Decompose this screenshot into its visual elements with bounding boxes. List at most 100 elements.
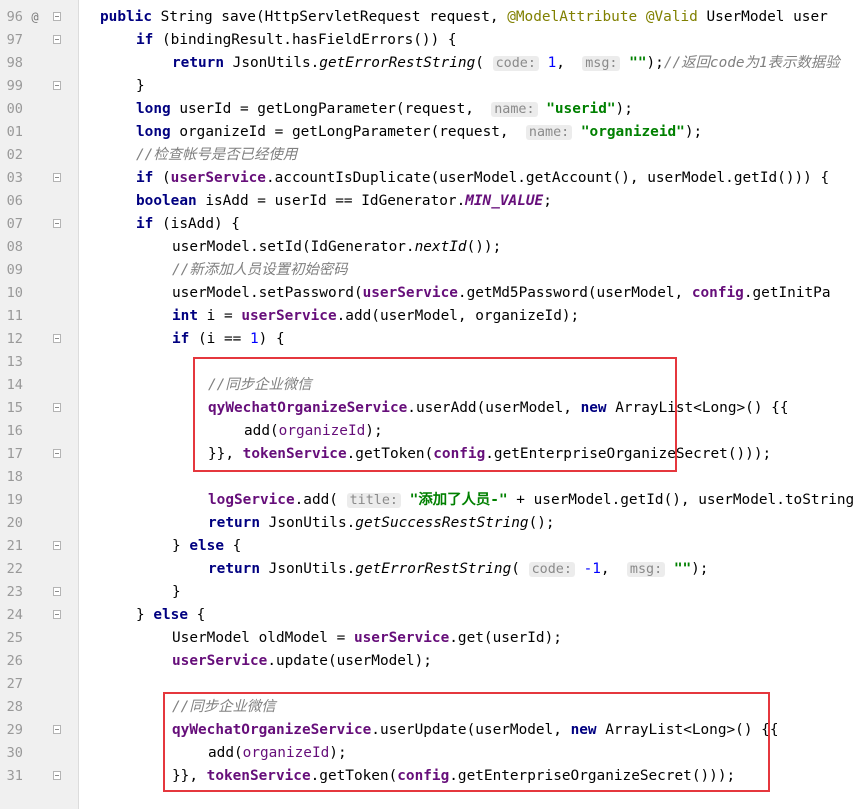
code-text: if (userService.accountIsDuplicate(userM… (136, 170, 830, 186)
code-line: 13 (0, 351, 856, 374)
code-line: 26 userService.update(userModel); (0, 650, 856, 673)
fold-toggle-icon[interactable] (53, 771, 61, 780)
param-hint: title: (346, 493, 401, 508)
code-comment: //同步企业微信 (172, 699, 276, 715)
fold-toggle-icon[interactable] (53, 403, 61, 412)
line-number: 29 (6, 722, 23, 738)
line-number: 13 (6, 354, 23, 370)
fold-toggle-icon[interactable] (53, 541, 61, 550)
fold-toggle-icon[interactable] (53, 219, 61, 228)
code-text: qyWechatOrganizeService.userUpdate(userM… (172, 722, 779, 738)
code-comment: //检查帐号是否已经使用 (136, 147, 298, 163)
code-line: 29 qyWechatOrganizeService.userUpdate(us… (0, 719, 856, 742)
line-number: 19 (6, 492, 23, 508)
code-comment: //同步企业微信 (208, 377, 312, 393)
line-number: 01 (6, 124, 23, 140)
code-line: 19 logService.add( title: "添加了人员-" + use… (0, 489, 856, 512)
code-text: if (bindingResult.hasFieldErrors()) { (136, 32, 457, 48)
line-number: 14 (6, 377, 23, 393)
param-hint: name: (491, 102, 538, 117)
code-line: 31 }}, tokenService.getToken(config.getE… (0, 765, 856, 788)
line-number: 22 (6, 561, 23, 577)
param-hint: code: (492, 56, 539, 71)
code-line: 15 qyWechatOrganizeService.userAdd(userM… (0, 397, 856, 420)
code-line: 22 return JsonUtils.getErrorRestString( … (0, 558, 856, 581)
code-comment: //新添加人员设置初始密码 (172, 262, 348, 278)
line-number: 06 (6, 193, 23, 209)
fold-toggle-icon[interactable] (53, 587, 61, 596)
code-text: }}, tokenService.getToken(config.getEnte… (172, 768, 736, 784)
code-text: long organizeId = getLongParameter(reque… (136, 124, 703, 140)
code-line: 98 return JsonUtils.getErrorRestString( … (0, 52, 856, 75)
code-line: 03 if (userService.accountIsDuplicate(us… (0, 167, 856, 190)
line-number: 11 (6, 308, 23, 324)
fold-toggle-icon[interactable] (53, 725, 61, 734)
code-editor[interactable]: 96 @ public String save(HttpServletReque… (0, 0, 856, 809)
code-text: } else { (136, 607, 206, 623)
code-text: userService.update(userModel); (172, 653, 432, 669)
line-number: 99 (6, 78, 23, 94)
code-line: 23 } (0, 581, 856, 604)
line-number: 21 (6, 538, 23, 554)
line-number: 03 (6, 170, 23, 186)
code-line: 27 (0, 673, 856, 696)
fold-toggle-icon[interactable] (53, 12, 61, 21)
code-line: 18 (0, 466, 856, 489)
code-text: } (136, 78, 145, 94)
line-number: 10 (6, 285, 23, 301)
code-text: public String save(HttpServletRequest re… (100, 9, 828, 25)
line-number: 26 (6, 653, 23, 669)
line-number: 24 (6, 607, 23, 623)
code-text: qyWechatOrganizeService.userAdd(userMode… (208, 400, 789, 416)
code-text: add(organizeId); (208, 745, 347, 761)
line-number: 28 (6, 699, 23, 715)
line-number: 15 (6, 400, 23, 416)
line-number: 97 (6, 32, 23, 48)
param-hint: msg: (626, 562, 666, 577)
code-text: if (isAdd) { (136, 216, 240, 232)
code-line: 14 //同步企业微信 (0, 374, 856, 397)
code-line: 09 //新添加人员设置初始密码 (0, 259, 856, 282)
code-line: 07 if (isAdd) { (0, 213, 856, 236)
line-number: 27 (6, 676, 23, 692)
code-line: 21 } else { (0, 535, 856, 558)
fold-toggle-icon[interactable] (53, 334, 61, 343)
code-text: }}, tokenService.getToken(config.getEnte… (208, 446, 772, 462)
code-line: 11 int i = userService.add(userModel, or… (0, 305, 856, 328)
code-text: return JsonUtils.getSuccessRestString(); (208, 515, 555, 531)
fold-toggle-icon[interactable] (53, 610, 61, 619)
fold-toggle-icon[interactable] (53, 173, 61, 182)
code-text: if (i == 1) { (172, 331, 285, 347)
line-number: 31 (6, 768, 23, 784)
line-number: 17 (6, 446, 23, 462)
code-text: int i = userService.add(userModel, organ… (172, 308, 580, 324)
fold-toggle-icon[interactable] (53, 449, 61, 458)
fold-toggle-icon[interactable] (53, 35, 61, 44)
fold-toggle-icon[interactable] (53, 81, 61, 90)
code-line: 28 //同步企业微信 (0, 696, 856, 719)
code-line: 01 long organizeId = getLongParameter(re… (0, 121, 856, 144)
code-text: return JsonUtils.getErrorRestString( cod… (172, 55, 840, 71)
line-number: 00 (6, 101, 23, 117)
code-line: 16 add(organizeId); (0, 420, 856, 443)
code-line: 97 if (bindingResult.hasFieldErrors()) { (0, 29, 856, 52)
code-text: return JsonUtils.getErrorRestString( cod… (208, 561, 709, 577)
param-hint: name: (525, 125, 573, 140)
code-line: 96 @ public String save(HttpServletReque… (0, 6, 856, 29)
code-line: 20 return JsonUtils.getSuccessRestString… (0, 512, 856, 535)
override-method-icon[interactable]: @ (28, 6, 42, 29)
code-text: logService.add( title: "添加了人员-" + userMo… (208, 492, 855, 508)
line-number: 30 (6, 745, 23, 761)
line-number: 20 (6, 515, 23, 531)
line-number: 12 (6, 331, 23, 347)
line-number: 23 (6, 584, 23, 600)
line-number: 08 (6, 239, 23, 255)
code-text: boolean isAdd = userId == IdGenerator.MI… (136, 193, 552, 209)
line-number: 09 (6, 262, 23, 278)
line-number: 07 (6, 216, 23, 232)
code-line: 17 }}, tokenService.getToken(config.getE… (0, 443, 856, 466)
code-line: 12 if (i == 1) { (0, 328, 856, 351)
line-number: 16 (6, 423, 23, 439)
line-number: 02 (6, 147, 23, 163)
param-hint: code: (528, 562, 575, 577)
